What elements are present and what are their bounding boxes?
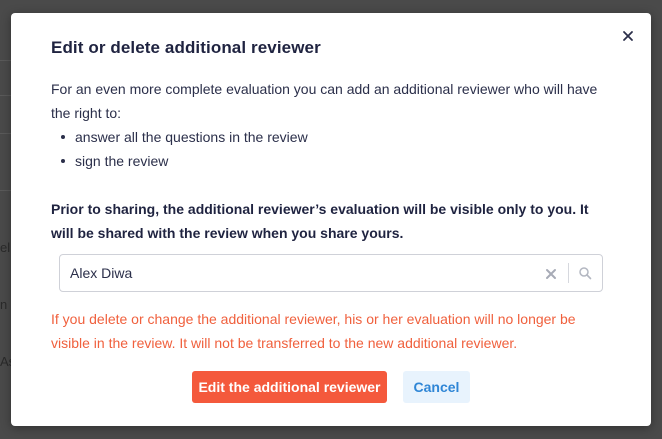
intro-text: For an even more complete evaluation you… xyxy=(51,81,598,121)
close-button[interactable] xyxy=(621,29,635,43)
search-icon[interactable] xyxy=(578,266,592,280)
clear-icon xyxy=(546,269,556,279)
close-icon xyxy=(623,31,633,41)
cancel-button[interactable]: Cancel xyxy=(403,371,470,403)
edit-reviewer-button[interactable]: Edit the additional reviewer xyxy=(192,371,387,403)
select-divider xyxy=(568,263,569,283)
warning-text: If you delete or change the additional r… xyxy=(51,311,576,351)
edit-reviewer-dialog: Edit or delete additional reviewer For a… xyxy=(11,13,651,426)
list-item: answer all the questions in the review xyxy=(51,125,308,149)
rights-list: answer all the questions in the review s… xyxy=(51,125,308,173)
reviewer-select-value: Alex Diwa xyxy=(70,265,133,281)
dialog-title: Edit or delete additional reviewer xyxy=(51,38,321,57)
visibility-notice: Prior to sharing, the additional reviewe… xyxy=(51,201,589,241)
list-item: sign the review xyxy=(51,149,308,173)
clear-button[interactable] xyxy=(545,267,557,279)
reviewer-select[interactable]: Alex Diwa xyxy=(59,254,603,292)
